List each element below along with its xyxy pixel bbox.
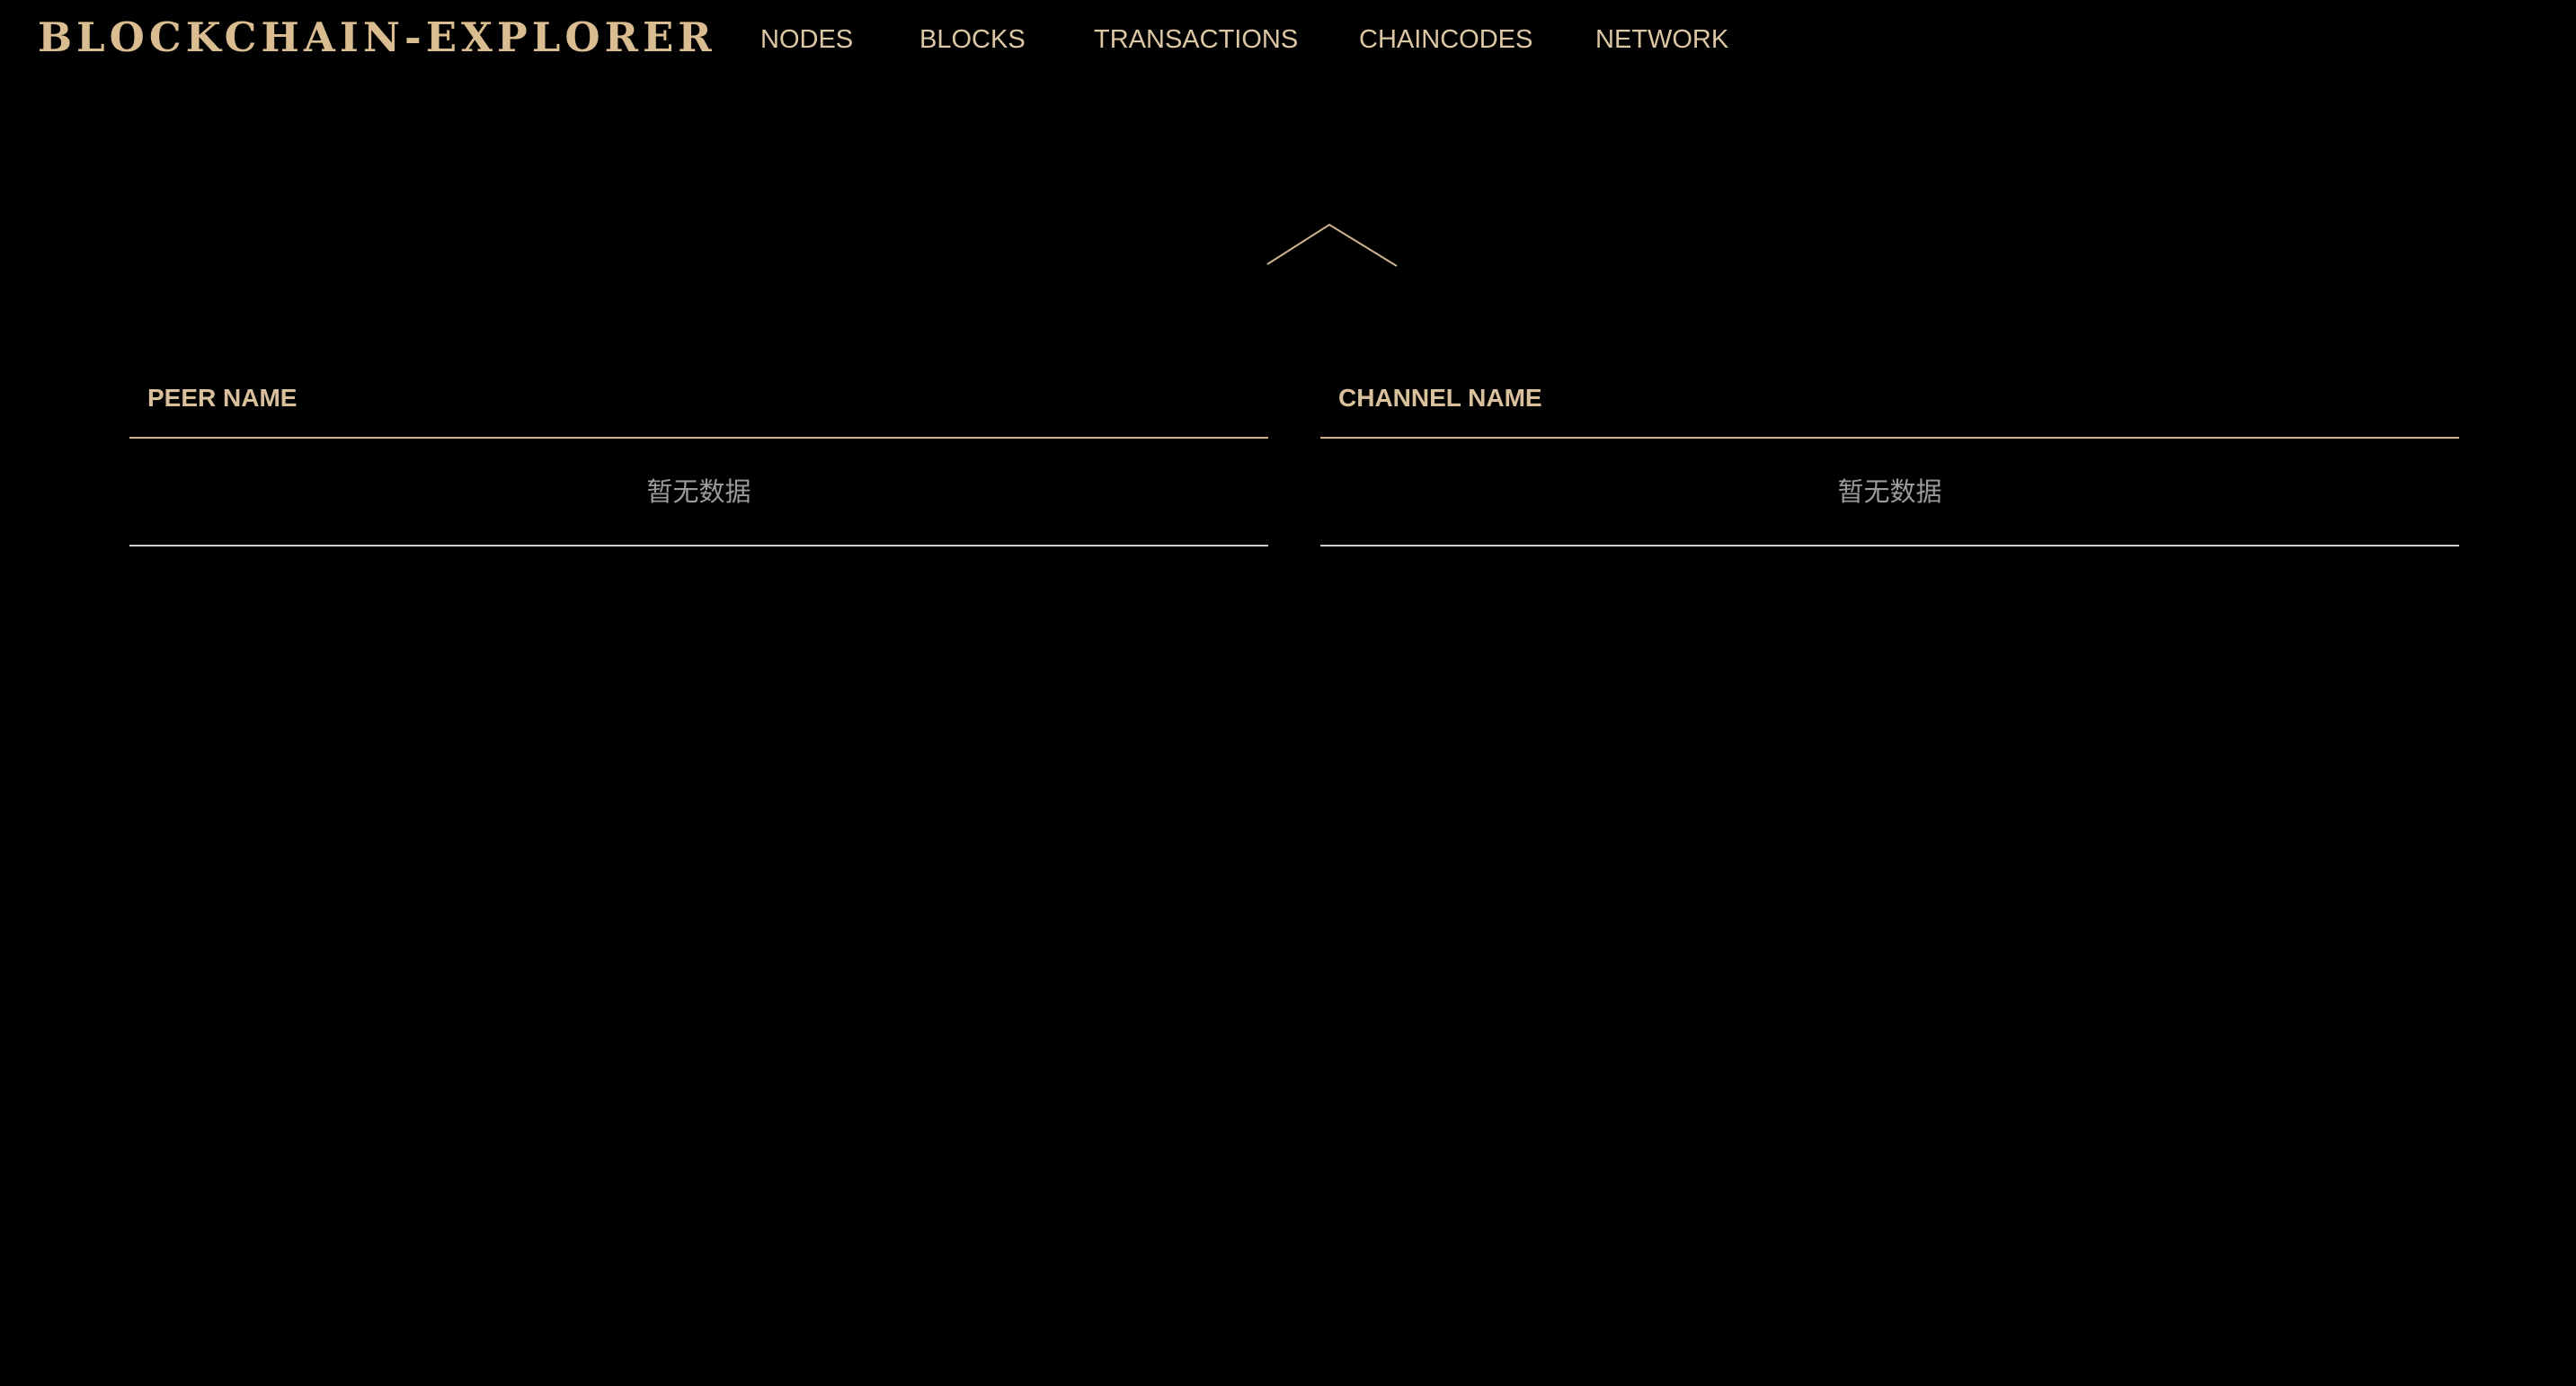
- peer-table: PEER NAME 暂无数据: [129, 360, 1268, 546]
- channel-table: CHANNEL NAME 暂无数据: [1320, 360, 2459, 546]
- nav-item-transactions[interactable]: TRANSACTIONS: [1094, 22, 1298, 58]
- peer-name-column-header: PEER NAME: [129, 360, 1268, 439]
- collapse-toggle-button[interactable]: [1266, 221, 1400, 268]
- channel-table-empty-message: 暂无数据: [1320, 439, 2459, 546]
- peer-table-empty-message: 暂无数据: [129, 439, 1268, 546]
- brand-logo[interactable]: BLOCKCHAIN-EXPLORER: [38, 11, 716, 65]
- nav-item-nodes[interactable]: NODES: [760, 22, 853, 58]
- nav-item-network[interactable]: NETWORK: [1595, 22, 1728, 58]
- nav-item-blocks[interactable]: BLOCKS: [919, 22, 1026, 58]
- channel-name-column-header: CHANNEL NAME: [1320, 360, 2459, 439]
- chevron-up-icon: [1266, 223, 1398, 267]
- top-navbar: BLOCKCHAIN-EXPLORER NODES BLOCKS TRANSAC…: [0, 0, 2576, 81]
- nav-item-chaincodes[interactable]: CHAINCODES: [1359, 22, 1532, 58]
